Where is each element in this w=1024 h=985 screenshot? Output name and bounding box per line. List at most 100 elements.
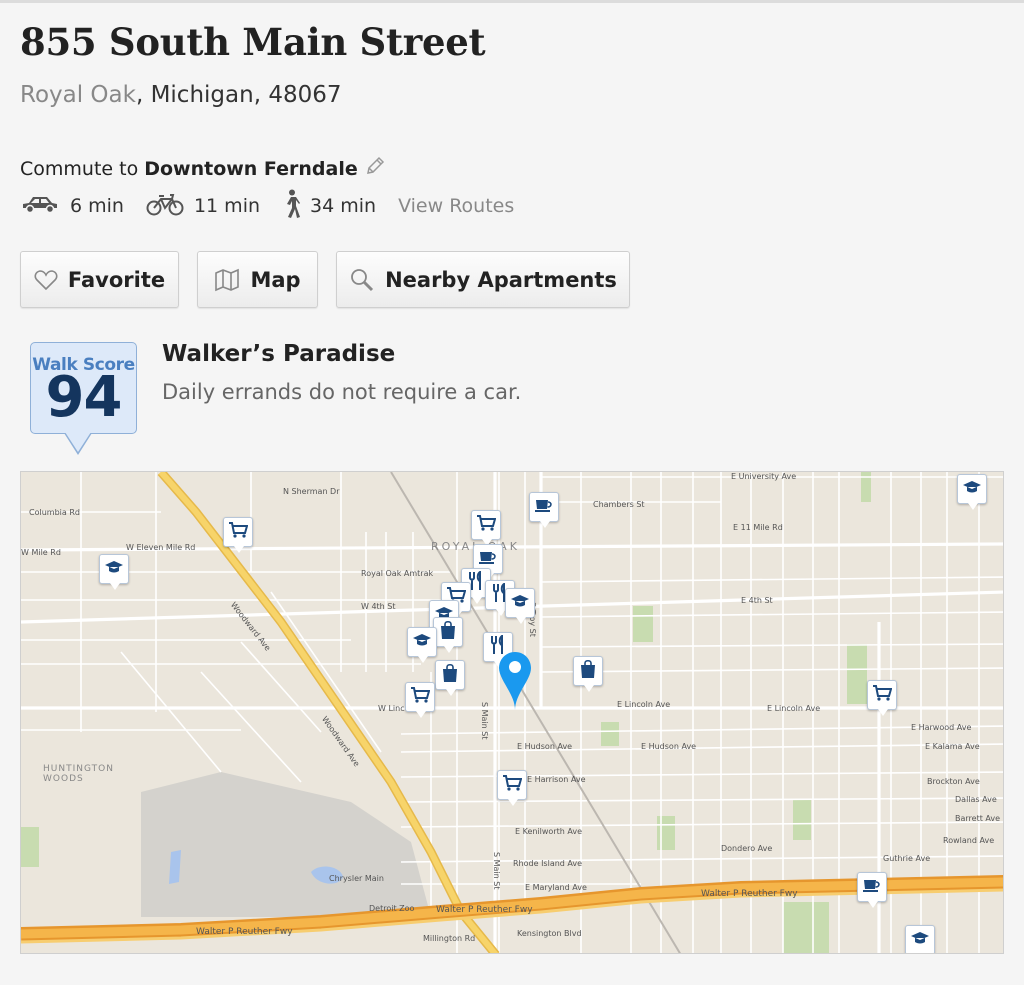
walk-score-badge: Walk Score 94 bbox=[30, 342, 137, 434]
map-label-lincoln: E Lincoln Ave bbox=[617, 700, 671, 709]
school-marker[interactable] bbox=[505, 588, 535, 624]
map-label: Map bbox=[250, 267, 301, 292]
shopping-marker[interactable] bbox=[573, 656, 603, 692]
grocery-marker[interactable] bbox=[497, 770, 527, 806]
top-divider bbox=[0, 0, 1024, 3]
map-label-main-st: S Main St bbox=[480, 702, 489, 740]
page-title: 855 South Main Street bbox=[20, 20, 486, 64]
neighborhood-map[interactable]: Columbia Rd W Mile Rd W Eleven Mile Rd E… bbox=[20, 471, 1004, 954]
pencil-icon[interactable] bbox=[364, 155, 386, 182]
graduation-cap-icon bbox=[910, 930, 930, 950]
map-icon bbox=[214, 268, 240, 292]
map-label-w-4th: W 4th St bbox=[361, 602, 396, 611]
map-label-chambers: Chambers St bbox=[593, 500, 645, 509]
map-label-detroit-zoo: Detroit Zoo bbox=[369, 904, 415, 913]
map-label-millington: Millington Rd bbox=[423, 934, 476, 943]
commute-destination: Downtown Ferndale bbox=[144, 157, 358, 180]
commute-modes: 6 min 11 min 34 min View Routes bbox=[20, 189, 514, 222]
car-icon bbox=[20, 193, 60, 220]
map-label-kenilworth: E Kenilworth Ave bbox=[515, 827, 583, 836]
location-pin-icon[interactable] bbox=[497, 650, 533, 716]
walk-score-title: Walker’s Paradise bbox=[162, 341, 396, 367]
graduation-cap-icon bbox=[104, 559, 124, 579]
commute-mode-walk: 34 min bbox=[282, 189, 376, 224]
state-zip: , Michigan, 48067 bbox=[135, 82, 342, 108]
coffee-cup-icon bbox=[862, 877, 882, 897]
commute-prefix: Commute to bbox=[20, 157, 139, 180]
map-label-columbia: Columbia Rd bbox=[29, 508, 80, 517]
map-label-reuther-1: Walter P Reuther Fwy bbox=[436, 905, 533, 915]
address-subtitle: Royal Oak, Michigan, 48067 bbox=[20, 82, 341, 108]
map-label-sherman: N Sherman Dr bbox=[283, 487, 340, 496]
shopping-cart-icon bbox=[476, 514, 497, 536]
map-label-dallas: Dallas Ave bbox=[955, 795, 997, 804]
walk-score-description: Daily errands do not require a car. bbox=[162, 380, 522, 404]
map-label-rhode: Rhode Island Ave bbox=[513, 859, 583, 868]
map-label-harrison: E Harrison Ave bbox=[527, 775, 586, 784]
graduation-cap-icon bbox=[412, 632, 432, 652]
shopping-cart-icon bbox=[872, 684, 893, 706]
walk-time: 34 min bbox=[310, 195, 377, 217]
heart-icon bbox=[34, 269, 58, 291]
school-marker[interactable] bbox=[99, 554, 129, 590]
walk-score-value: 94 bbox=[45, 365, 123, 430]
shopping-bag-icon bbox=[439, 620, 457, 644]
grocery-marker[interactable] bbox=[405, 682, 435, 718]
map-label-reuther-3: Walter P Reuther Fwy bbox=[701, 889, 798, 899]
bike-icon bbox=[146, 191, 184, 222]
coffee-marker[interactable] bbox=[529, 492, 559, 528]
view-routes-link[interactable]: View Routes bbox=[398, 195, 514, 217]
map-label-barrett: Barrett Ave bbox=[955, 814, 1001, 823]
shopping-marker[interactable] bbox=[435, 660, 465, 696]
map-label-kensington: Kensington Blvd bbox=[517, 929, 582, 938]
school-marker[interactable] bbox=[957, 474, 987, 510]
grocery-marker[interactable] bbox=[223, 517, 253, 553]
map-label-university: E University Ave bbox=[731, 472, 797, 481]
map-label-w-eleven-mile: W Eleven Mile Rd bbox=[126, 543, 196, 552]
search-icon bbox=[349, 267, 375, 293]
graduation-cap-icon bbox=[962, 479, 982, 499]
map-label-reuther-2: Walter P Reuther Fwy bbox=[196, 927, 293, 937]
shopping-cart-icon bbox=[228, 521, 249, 543]
map-label-chrysler: Chrysler Main bbox=[329, 874, 384, 883]
map-label-brockton: Brockton Ave bbox=[927, 777, 980, 786]
shopping-marker[interactable] bbox=[433, 617, 463, 653]
grocery-marker[interactable] bbox=[471, 510, 501, 546]
favorite-label: Favorite bbox=[67, 267, 166, 292]
map-label-hudson: E Hudson Ave bbox=[517, 742, 573, 751]
city-link[interactable]: Royal Oak bbox=[20, 82, 136, 108]
car-time: 6 min bbox=[70, 195, 124, 217]
walk-icon bbox=[282, 189, 301, 224]
grocery-marker[interactable] bbox=[867, 680, 897, 716]
school-marker[interactable] bbox=[905, 925, 935, 953]
map-label-lincoln-east: E Lincoln Ave bbox=[767, 704, 821, 713]
map-label-harwood: E Harwood Ave bbox=[911, 723, 972, 732]
coffee-cup-icon bbox=[478, 549, 498, 569]
nearby-apartments-button[interactable]: Nearby Apartments bbox=[336, 251, 630, 308]
favorite-button[interactable]: Favorite bbox=[20, 251, 179, 308]
shopping-bag-icon bbox=[441, 663, 459, 687]
shopping-bag-icon bbox=[579, 659, 597, 683]
map-label-amtrak: Royal Oak Amtrak bbox=[361, 569, 434, 578]
shopping-cart-icon bbox=[410, 686, 431, 708]
map-label-hudson-2: E Hudson Ave bbox=[641, 742, 697, 751]
commute-mode-car: 6 min bbox=[20, 193, 124, 220]
coffee-cup-icon bbox=[534, 497, 554, 517]
badge-pointer-fill bbox=[65, 432, 91, 452]
map-label-guthrie: Guthrie Ave bbox=[883, 854, 931, 863]
graduation-cap-icon bbox=[510, 593, 530, 613]
map-label-rowland: Rowland Ave bbox=[943, 836, 995, 845]
map-label-e-11-mile: E 11 Mile Rd bbox=[733, 523, 783, 532]
map-label-w-mile: W Mile Rd bbox=[21, 548, 61, 557]
bike-time: 11 min bbox=[193, 195, 261, 217]
coffee-marker[interactable] bbox=[857, 872, 887, 908]
map-label-maryland: E Maryland Ave bbox=[525, 883, 587, 892]
map-label-main-st-2: S Main St bbox=[492, 852, 501, 890]
map-label-huntington: HUNTINGTON WOODS bbox=[43, 764, 114, 784]
map-label-kalama: E Kalama Ave bbox=[925, 742, 980, 751]
school-marker[interactable] bbox=[407, 627, 437, 663]
nearby-label: Nearby Apartments bbox=[385, 267, 617, 292]
map-label-dondero: Dondero Ave bbox=[721, 844, 773, 853]
shopping-cart-icon bbox=[502, 774, 523, 796]
map-button[interactable]: Map bbox=[197, 251, 318, 308]
